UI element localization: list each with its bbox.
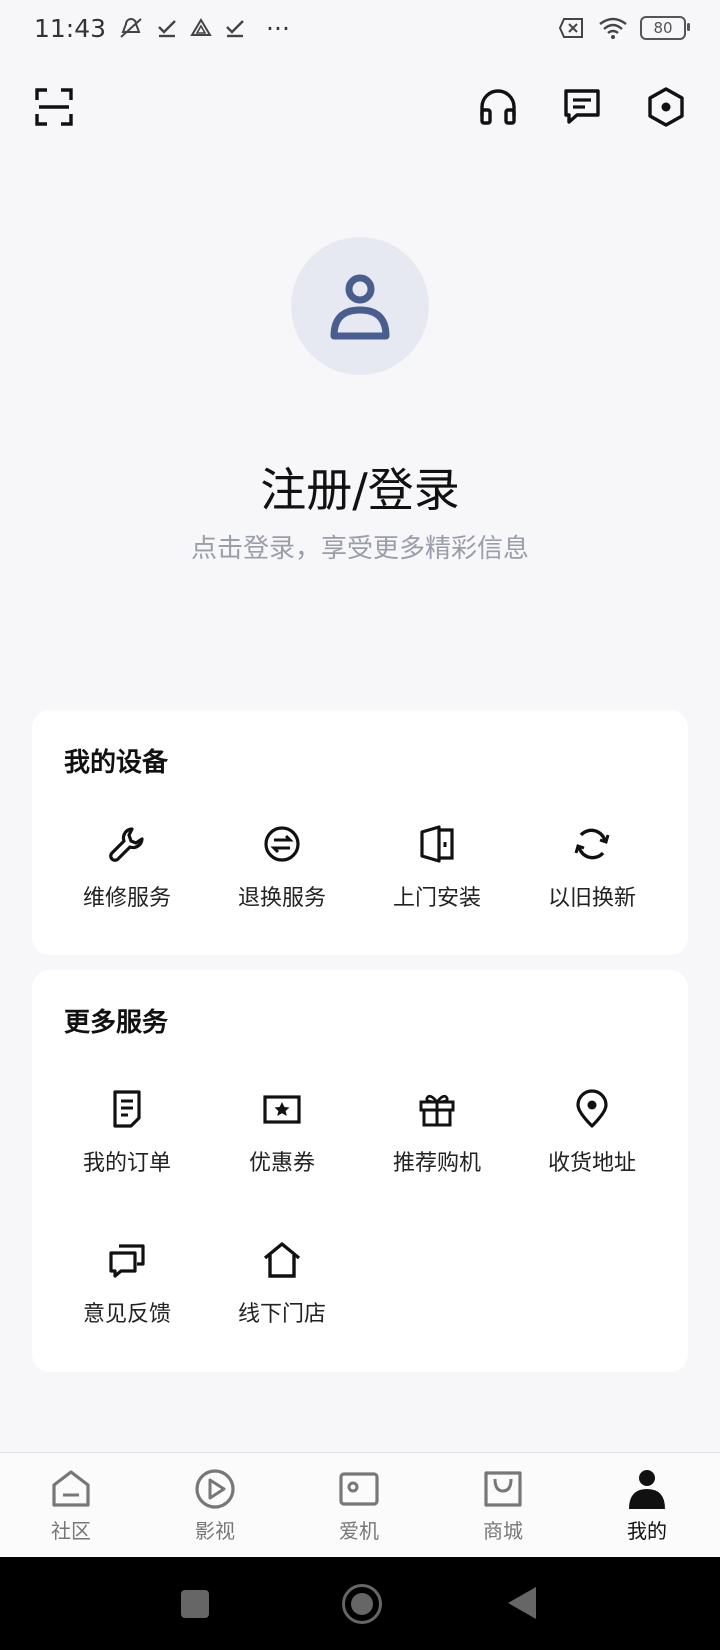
mute-icon [118, 16, 144, 40]
service-label: 维修服务 [82, 886, 171, 911]
system-nav-bar [0, 1557, 720, 1650]
refresh-icon [574, 828, 610, 860]
tab-video[interactable]: 影视 [160, 1467, 270, 1544]
service-feedback[interactable]: 意见反馈 [57, 1238, 197, 1328]
service-return[interactable]: 退换服务 [212, 822, 352, 912]
user-icon [330, 274, 390, 340]
tab-community[interactable]: 社区 [16, 1467, 126, 1544]
feedback-icon [109, 1244, 145, 1278]
service-label: 我的订单 [82, 1151, 171, 1176]
service-install[interactable]: 上门安装 [367, 822, 507, 912]
battery-icon: 80 [640, 16, 690, 40]
check-icon-2 [224, 17, 246, 39]
video-icon [195, 1469, 235, 1509]
door-icon [420, 825, 454, 863]
device-icon [339, 1472, 379, 1506]
service-address[interactable]: 收货地址 [522, 1087, 662, 1177]
devices-card: 我的设备 维修服务 退换服务 上门安装 以旧换新 [32, 710, 688, 955]
service-label: 收货地址 [547, 1151, 636, 1176]
more-services-card: 更多服务 我的订单 优惠券 推荐购机 收货地址 意见反馈 线下门店 [32, 970, 688, 1372]
drive-icon [190, 17, 212, 39]
login-title[interactable]: 注册/登录 [0, 454, 720, 520]
tab-label: 我的 [627, 1519, 667, 1543]
devices-title: 我的设备 [64, 748, 169, 778]
service-label: 推荐购机 [392, 1151, 481, 1176]
top-bar [0, 76, 720, 136]
tab-label: 影视 [195, 1519, 235, 1543]
service-tradein[interactable]: 以旧换新 [522, 822, 662, 912]
service-coupons[interactable]: 优惠券 [212, 1087, 352, 1177]
gift-icon [419, 1094, 455, 1127]
more-services-title: 更多服务 [64, 1008, 169, 1038]
tab-shop[interactable]: 商城 [448, 1467, 558, 1544]
home-button[interactable] [342, 1584, 382, 1624]
service-orders[interactable]: 我的订单 [57, 1087, 197, 1177]
login-subtitle: 点击登录，享受更多精彩信息 [190, 534, 529, 564]
tab-label: 爱机 [339, 1519, 379, 1543]
service-label: 意见反馈 [82, 1302, 171, 1327]
sim-off-icon [558, 17, 586, 39]
coupon-icon [263, 1095, 301, 1124]
store-icon [263, 1242, 301, 1278]
message-icon[interactable] [561, 86, 603, 128]
back-button[interactable] [508, 1587, 536, 1619]
tab-label: 商城 [483, 1519, 523, 1543]
order-icon [113, 1090, 141, 1128]
status-time: 11:43 [34, 13, 107, 43]
more-notifications: ··· [266, 13, 290, 43]
headset-icon[interactable] [477, 86, 519, 128]
service-repair[interactable]: 维修服务 [57, 822, 197, 912]
wifi-icon [598, 16, 628, 40]
shop-icon [484, 1471, 522, 1507]
profile-icon [629, 1470, 665, 1509]
exchange-icon [264, 826, 300, 862]
tab-label: 社区 [51, 1519, 91, 1543]
service-label: 以旧换新 [547, 886, 636, 911]
recent-apps-button[interactable] [181, 1590, 209, 1618]
tab-profile[interactable]: 我的 [592, 1467, 702, 1544]
location-icon [576, 1089, 608, 1128]
avatar[interactable] [291, 237, 429, 375]
service-label: 线下门店 [237, 1302, 326, 1327]
battery-level: 80 [653, 19, 673, 37]
service-label: 上门安装 [392, 886, 481, 911]
service-recommend[interactable]: 推荐购机 [367, 1087, 507, 1177]
scan-icon[interactable] [33, 86, 75, 128]
service-label: 退换服务 [237, 886, 326, 911]
service-store[interactable]: 线下门店 [212, 1238, 352, 1328]
check-icon [156, 17, 178, 39]
tab-device[interactable]: 爱机 [304, 1467, 414, 1544]
wrench-icon [109, 827, 144, 862]
community-icon [52, 1470, 90, 1507]
status-bar: 11:43 ··· 80 [0, 0, 720, 56]
settings-icon[interactable] [645, 86, 687, 128]
tab-bar: 社区 影视 爱机 商城 我的 [0, 1452, 720, 1558]
service-label: 优惠券 [248, 1151, 315, 1176]
